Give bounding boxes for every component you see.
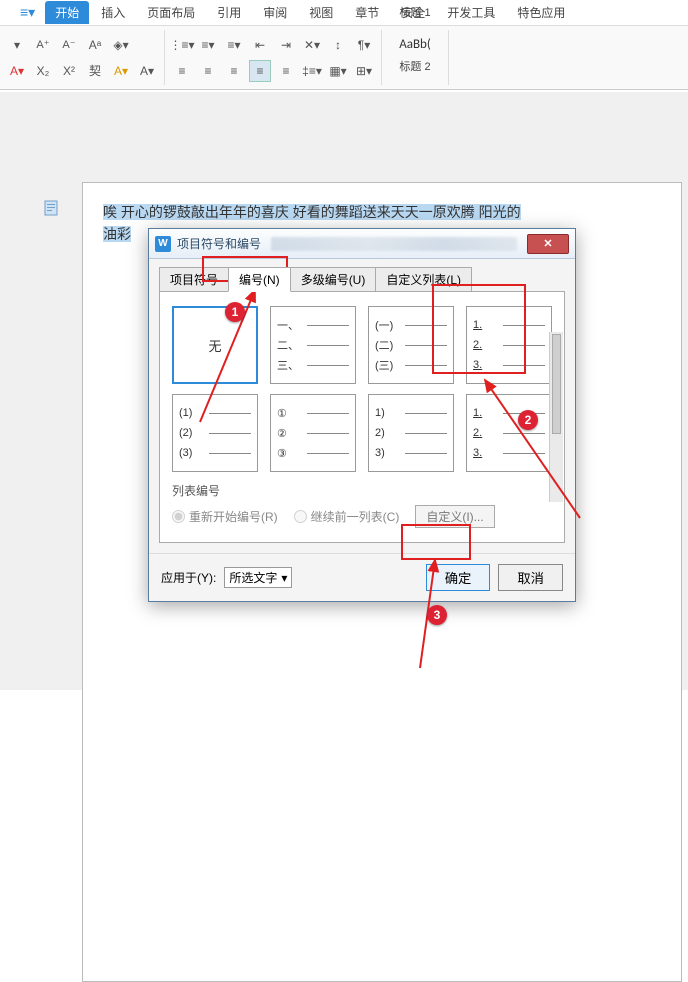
continue-list-radio[interactable]: 继续前一列表(C) (294, 508, 400, 525)
ribbon-tab-insert[interactable]: 插入 (91, 1, 135, 24)
style-heading1[interactable]: AaBb 标题 1 (388, 0, 442, 23)
change-case-icon[interactable]: Aᵃ (84, 34, 106, 56)
subscript-icon[interactable]: X₂ (32, 60, 54, 82)
ribbon-tab-special[interactable]: 特色应用 (507, 1, 575, 24)
number-format-cell-6[interactable]: 1)2)3) (368, 394, 454, 472)
char-border-icon[interactable]: A▾ (136, 60, 158, 82)
sort-icon[interactable]: ↕ (327, 34, 349, 56)
phonetic-icon[interactable]: 契 (84, 60, 106, 82)
dialog-titlebar[interactable]: W 项目符号和编号 ✕ (149, 229, 575, 259)
dialog-footer: 应用于(Y): 所选文字 ▾ 确定 取消 (149, 553, 575, 601)
close-button[interactable]: ✕ (527, 234, 569, 254)
font-size-group: ▾ A⁺ A⁻ Aᵃ ◈▾ A▾ X₂ X² 契 A▾ A▾ (0, 30, 165, 85)
clear-format-icon[interactable]: ◈▾ (110, 34, 132, 56)
ribbon-tab-strip: ≡▾ 开始 插入 页面布局 引用 审阅 视图 章节 安全 开发工具 特色应用 (0, 0, 688, 26)
indent-left-icon[interactable]: ⇤ (249, 34, 271, 56)
number-format-grid: 无一、二、三、(一)(二)(三)1.2.3. (1)(2)(3)①②③1)2)3)… (172, 306, 552, 472)
show-marks-icon[interactable]: ¶▾ (353, 34, 375, 56)
bullets-numbering-dialog: W 项目符号和编号 ✕ 项目符号 编号(N) 多级编号(U) 自定义列表(L) … (148, 228, 576, 602)
shrink-font-icon[interactable]: A⁻ (58, 34, 80, 56)
tab-multilevel[interactable]: 多级编号(U) (290, 267, 377, 292)
highlight-icon[interactable]: A▾ (110, 60, 132, 82)
customize-button[interactable]: 自定义(I)... (415, 505, 494, 528)
line-spacing-icon[interactable]: ‡≡▾ (301, 60, 323, 82)
borders-icon[interactable]: ⊞▾ (353, 60, 375, 82)
chevron-down-icon: ▾ (281, 571, 287, 585)
number-format-cell-5[interactable]: ①②③ (270, 394, 356, 472)
ribbon-tab-chapter[interactable]: 章节 (345, 1, 389, 24)
font-dropdown-icon[interactable]: ▾ (6, 34, 28, 56)
multilevel-icon[interactable]: ≡▾ (223, 34, 245, 56)
tab-numbering[interactable]: 编号(N) (228, 267, 291, 292)
paragraph-group: ⋮≡▾ ≡▾ ≡▾ ⇤ ⇥ ✕▾ ↕ ¶▾ ≡ ≡ ≡ ≡ ≡ ‡≡▾ ▦▾ ⊞… (165, 30, 382, 85)
align-left-icon[interactable]: ≡ (171, 60, 193, 82)
styles-gallery: AaBbCcDd 正文 AaBb 标题 1 AaBb( 标题 2 AaBbC( … (382, 30, 449, 85)
ribbon-tab-review[interactable]: 审阅 (253, 1, 297, 24)
superscript-icon[interactable]: X² (58, 60, 80, 82)
shading-icon[interactable]: ▦▾ (327, 60, 349, 82)
list-number-label: 列表编号 (172, 482, 552, 499)
grid-scrollbar[interactable] (549, 332, 563, 502)
cancel-button[interactable]: 取消 (498, 564, 563, 591)
numbering-icon[interactable]: ≡▾ (197, 34, 219, 56)
distribute-icon[interactable]: ≡ (275, 60, 297, 82)
tab-bullets[interactable]: 项目符号 (159, 267, 229, 292)
ok-button[interactable]: 确定 (426, 564, 491, 591)
style-heading2[interactable]: AaBb( 标题 2 (388, 27, 442, 77)
ribbon-tab-dev[interactable]: 开发工具 (437, 1, 505, 24)
number-format-cell-0[interactable]: 无 (172, 306, 258, 384)
ribbon-tab-start[interactable]: 开始 (45, 1, 89, 24)
asian-layout-icon[interactable]: ✕▾ (301, 34, 323, 56)
menu-icon[interactable]: ≡▾ (20, 4, 35, 21)
number-format-cell-2[interactable]: (一)(二)(三) (368, 306, 454, 384)
font-color-icon[interactable]: A▾ (6, 60, 28, 82)
annotation-badge-2: 2 (518, 410, 538, 430)
apply-to-select[interactable]: 所选文字 ▾ (224, 567, 292, 588)
align-justify-icon[interactable]: ≡ (249, 60, 271, 82)
apply-to-label: 应用于(Y): (161, 569, 216, 586)
annotation-badge-3: 3 (427, 605, 447, 625)
number-format-cell-3[interactable]: 1.2.3. (466, 306, 552, 384)
dialog-title: 项目符号和编号 (177, 235, 261, 252)
number-format-cell-1[interactable]: 一、二、三、 (270, 306, 356, 384)
align-center-icon[interactable]: ≡ (197, 60, 219, 82)
bullets-icon[interactable]: ⋮≡▾ (171, 34, 193, 56)
ribbon-tab-reference[interactable]: 引用 (207, 1, 251, 24)
ribbon: ▾ A⁺ A⁻ Aᵃ ◈▾ A▾ X₂ X² 契 A▾ A▾ ⋮≡▾ ≡▾ ≡▾… (0, 26, 688, 90)
title-blur (271, 237, 517, 251)
dialog-tabstrip: 项目符号 编号(N) 多级编号(U) 自定义列表(L) (159, 267, 565, 292)
number-format-cell-4[interactable]: (1)(2)(3) (172, 394, 258, 472)
page-thumbnail-icon (44, 200, 58, 216)
tab-customlist[interactable]: 自定义列表(L) (375, 267, 472, 292)
restart-numbering-radio[interactable]: 重新开始编号(R) (172, 508, 278, 525)
align-right-icon[interactable]: ≡ (223, 60, 245, 82)
app-icon: W (155, 236, 171, 252)
ribbon-tab-layout[interactable]: 页面布局 (137, 1, 205, 24)
grow-font-icon[interactable]: A⁺ (32, 34, 54, 56)
indent-right-icon[interactable]: ⇥ (275, 34, 297, 56)
number-format-cell-7[interactable]: 1.2.3. (466, 394, 552, 472)
ribbon-tab-view[interactable]: 视图 (299, 1, 343, 24)
annotation-badge-1: 1 (225, 302, 245, 322)
